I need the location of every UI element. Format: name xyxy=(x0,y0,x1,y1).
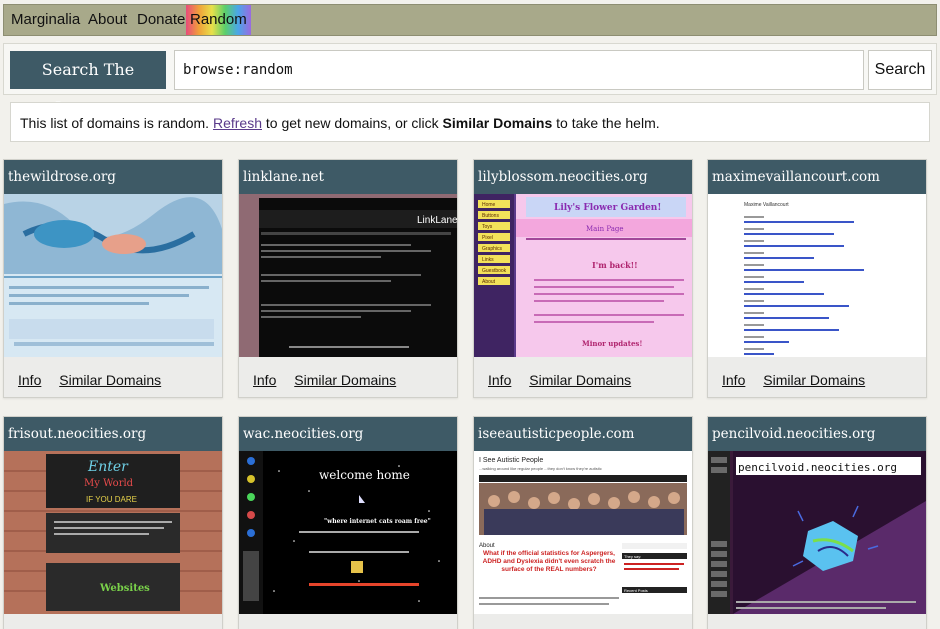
domain-name[interactable]: pencilvoid.neocities.org xyxy=(708,417,926,451)
svg-text:My World: My World xyxy=(84,478,134,489)
domain-name[interactable]: linklane.net xyxy=(239,160,457,194)
domain-screenshot[interactable]: pencilvoid.neocities.org xyxy=(708,451,926,614)
top-nav: Marginalia About Donate Random xyxy=(3,4,937,36)
linklane-banner: LinkLane. xyxy=(417,215,457,226)
domain-card: pencilvoid.neocities.org pencilvoid.neoc… xyxy=(707,416,927,629)
refresh-link[interactable]: Refresh xyxy=(213,115,262,131)
domain-screenshot[interactable]: Enter My World IF YOU DARE Websites xyxy=(4,451,222,614)
info-link[interactable]: Info xyxy=(253,372,276,388)
svg-text:Toys: Toys xyxy=(482,224,493,230)
svg-text:I See Autistic People: I See Autistic People xyxy=(479,457,543,464)
notice-similar-bold: Similar Domains xyxy=(442,115,553,131)
notice-text-3: to take the helm. xyxy=(556,115,660,131)
similar-domains-link[interactable]: Similar Domains xyxy=(294,372,396,388)
svg-text:About: About xyxy=(482,279,496,285)
nav-donate[interactable]: Donate xyxy=(133,5,189,35)
svg-text:Guestbook: Guestbook xyxy=(482,268,507,274)
search-label: Search The Internet xyxy=(10,51,166,117)
svg-text:About: About xyxy=(479,543,495,549)
domain-card: linklane.net LinkLane. Info Similar Doma… xyxy=(238,159,458,398)
svg-text:...walking around like regular: ...walking around like regular people ..… xyxy=(479,466,602,471)
domain-name[interactable]: thewildrose.org xyxy=(4,160,222,194)
nav-about[interactable]: About xyxy=(84,5,131,35)
domain-screenshot[interactable]: welcome home "where internet cats roam f… xyxy=(239,451,457,614)
svg-text:Recent Posts: Recent Posts xyxy=(624,588,648,593)
domain-name[interactable]: maximevaillancourt.com xyxy=(708,160,926,194)
similar-domains-link[interactable]: Similar Domains xyxy=(763,372,865,388)
search-bar: Search The Internet Search xyxy=(3,43,937,117)
svg-text:Enter: Enter xyxy=(87,459,129,475)
svg-text:Graphics: Graphics xyxy=(482,246,503,252)
domain-card: frisout.neocities.org Enter My World IF … xyxy=(3,416,223,629)
info-link[interactable]: Info xyxy=(488,372,511,388)
domain-screenshot[interactable]: Maxime Vaillancourt xyxy=(708,194,926,357)
domain-card: iseeautisticpeople.com I See Autistic Pe… xyxy=(473,416,693,629)
svg-text:"where internet cats roam free: "where internet cats roam free" xyxy=(324,518,431,525)
similar-domains-link[interactable]: Similar Domains xyxy=(59,372,161,388)
domain-card: wac.neocities.org welcome home "where in… xyxy=(238,416,458,629)
domain-screenshot[interactable]: I See Autistic People ...walking around … xyxy=(474,451,692,614)
lily-title: Lily's Flower Garden! xyxy=(554,203,661,213)
svg-text:Maxime Vaillancourt: Maxime Vaillancourt xyxy=(744,202,789,208)
nav-random[interactable]: Random xyxy=(186,5,251,35)
domain-screenshot[interactable]: LinkLane. xyxy=(239,194,457,357)
domain-card: maximevaillancourt.com Maxime Vaillancou… xyxy=(707,159,927,398)
svg-text:Minor updates!: Minor updates! xyxy=(582,339,642,348)
notice-text-2: to get new domains, or click xyxy=(265,115,439,131)
svg-text:IF YOU DARE: IF YOU DARE xyxy=(86,495,137,504)
domain-card: lilyblossom.neocities.org Home Buttons T… xyxy=(473,159,693,398)
domain-name[interactable]: wac.neocities.org xyxy=(239,417,457,451)
search-input[interactable] xyxy=(174,50,864,90)
svg-text:Main Page: Main Page xyxy=(586,225,624,233)
svg-text:Buttons: Buttons xyxy=(482,213,499,219)
svg-text:Websites: Websites xyxy=(99,583,150,594)
svg-text:I'm back!!: I'm back!! xyxy=(592,260,638,270)
domain-name[interactable]: iseeautisticpeople.com xyxy=(474,417,692,451)
domain-name[interactable]: frisout.neocities.org xyxy=(4,417,222,451)
search-button[interactable]: Search xyxy=(868,50,932,90)
svg-text:They say:: They say: xyxy=(624,554,641,559)
svg-text:pencilvoid.neocities.org: pencilvoid.neocities.org xyxy=(738,461,897,474)
svg-text:welcome home: welcome home xyxy=(319,468,410,482)
nav-marginalia[interactable]: Marginalia xyxy=(7,5,84,35)
domain-screenshot[interactable] xyxy=(4,194,222,357)
svg-text:Pixel: Pixel xyxy=(482,235,493,241)
domain-name[interactable]: lilyblossom.neocities.org xyxy=(474,160,692,194)
info-link[interactable]: Info xyxy=(18,372,41,388)
svg-text:Home: Home xyxy=(482,202,496,208)
notice-text-1: This list of domains is random. xyxy=(20,115,210,131)
similar-domains-link[interactable]: Similar Domains xyxy=(529,372,631,388)
domain-screenshot[interactable]: Home Buttons Toys Pixel Graphics Links G… xyxy=(474,194,692,357)
info-link[interactable]: Info xyxy=(722,372,745,388)
svg-text:Links: Links xyxy=(482,257,494,263)
domain-card: thewildrose.org Info Similar Domains xyxy=(3,159,223,398)
random-notice: This list of domains is random. Refresh … xyxy=(10,102,930,142)
